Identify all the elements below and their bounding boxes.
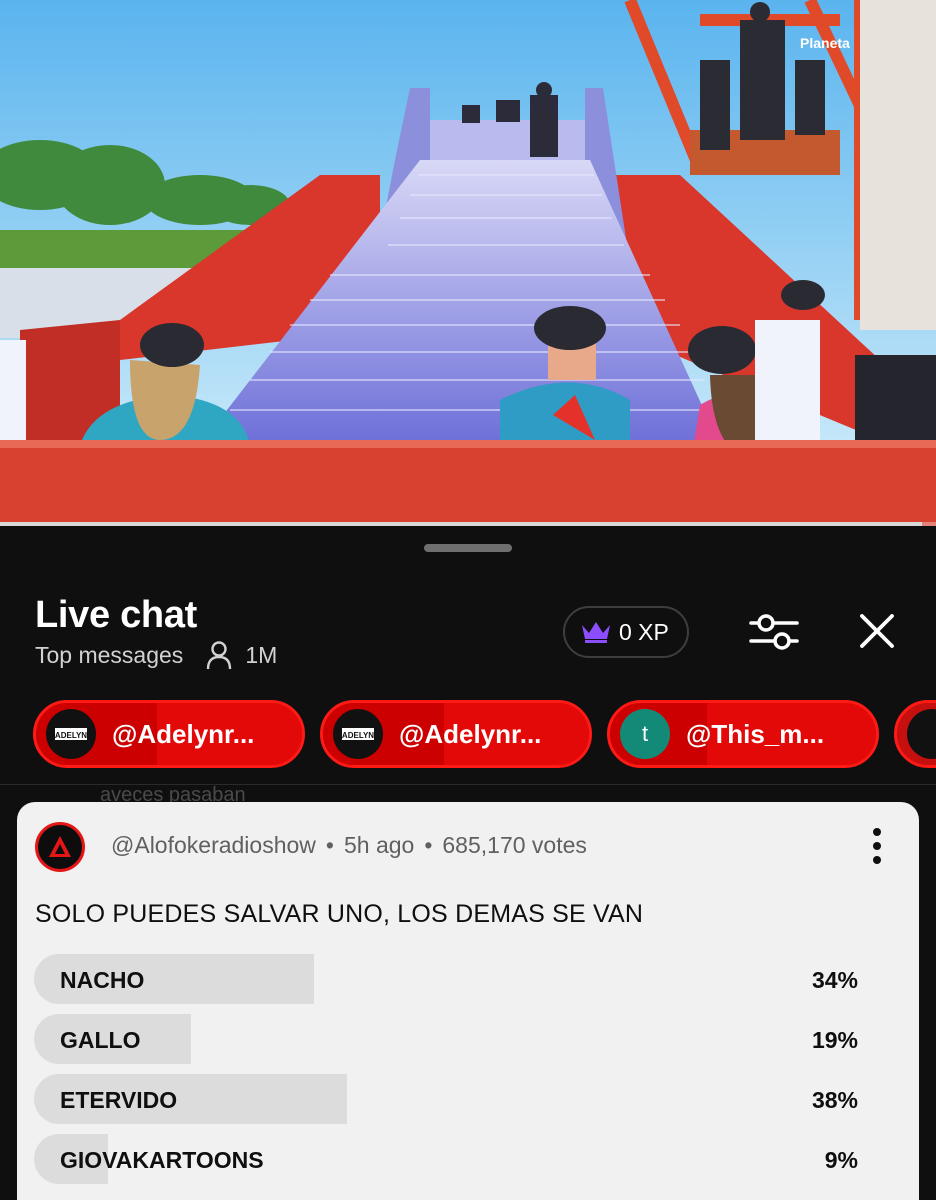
- svg-text:ADELYN: ADELYN: [55, 731, 87, 740]
- divider: [0, 784, 936, 785]
- poll-option-label: NACHO: [60, 967, 145, 993]
- drag-handle[interactable]: [424, 544, 512, 552]
- viewer-count: 1M: [245, 641, 278, 668]
- poll-question: SOLO PUEDES SALVAR UNO, LOS DEMAS SE VAN: [35, 900, 644, 928]
- poll-option[interactable]: NACHO 34%: [34, 954, 858, 1004]
- pinned-chips-row[interactable]: ADELYN @Adelynr... ADELYN @Adelynr... t …: [0, 700, 936, 772]
- person-icon: [207, 641, 232, 670]
- poll-option-label: GALLO: [60, 1027, 141, 1053]
- video-player[interactable]: Planeta: [0, 0, 936, 526]
- filter-settings-icon[interactable]: [748, 610, 800, 654]
- pinned-chip-handle: @This_m...: [686, 718, 825, 749]
- channel-logo-avatar: ADELYN: [333, 709, 383, 759]
- poll-votes: 685,170 votes: [442, 832, 587, 858]
- poll-option-percent: 34%: [811, 967, 858, 993]
- poll-option-percent: 9%: [824, 1147, 858, 1173]
- pinned-chip-handle: @Adelynr...: [399, 718, 542, 749]
- video-frame: Planeta: [0, 0, 936, 526]
- poll-option[interactable]: GALLO 19%: [34, 1014, 858, 1064]
- pinned-chip-partial[interactable]: [894, 700, 936, 768]
- letter-avatar: t: [620, 709, 670, 759]
- chat-mode-selector[interactable]: Top messages: [35, 642, 183, 669]
- xp-label: 0 XP: [619, 618, 669, 645]
- channel-logo-icon: [49, 836, 71, 857]
- poll-author[interactable]: @Alofokeradioshow: [111, 832, 316, 858]
- poll-options: NACHO 34% GALLO 19% ETERVIDO 38% GIOVAKARTOONS…: [34, 954, 858, 1194]
- poll-time: 5h ago: [343, 832, 415, 858]
- poll-option[interactable]: ETERVIDO 38%: [34, 1074, 858, 1124]
- pinned-chip[interactable]: ADELYN @Adelynr...: [320, 700, 592, 768]
- poll-option-percent: 19%: [811, 1027, 858, 1053]
- chat-title: Live chat: [35, 594, 198, 636]
- close-icon[interactable]: [858, 612, 896, 650]
- channel-avatar[interactable]: [35, 822, 85, 872]
- live-chat-panel: Live chat Top messages 1M 0 XP ADELYN @A…: [0, 526, 936, 1200]
- chat-subheader: Top messages 1M: [35, 640, 277, 670]
- channel-logo-avatar: ADELYN: [46, 709, 96, 759]
- xp-button[interactable]: 0 XP: [563, 606, 689, 658]
- poll-option[interactable]: GIOVAKARTOONS 9%: [34, 1134, 858, 1184]
- pinned-chip[interactable]: t @This_m...: [607, 700, 879, 768]
- more-options-icon[interactable]: [869, 826, 885, 866]
- poll-meta: @Alofokeradioshow • 5h ago • 685,170 votes: [111, 832, 587, 858]
- svg-text:ADELYN: ADELYN: [342, 731, 374, 740]
- crown-icon: [582, 622, 610, 643]
- poll-option-label: ETERVIDO: [60, 1087, 178, 1113]
- pinned-chip[interactable]: ADELYN @Adelynr...: [33, 700, 305, 768]
- poll-card: @Alofokeradioshow • 5h ago • 685,170 votes S…: [17, 802, 919, 1200]
- poll-option-label: GIOVAKARTOONS: [60, 1147, 264, 1173]
- pinned-chip-handle: @Adelynr...: [112, 718, 255, 749]
- channel-logo-avatar: [907, 709, 936, 759]
- watermark: Planeta: [800, 35, 850, 51]
- poll-option-percent: 38%: [811, 1087, 858, 1113]
